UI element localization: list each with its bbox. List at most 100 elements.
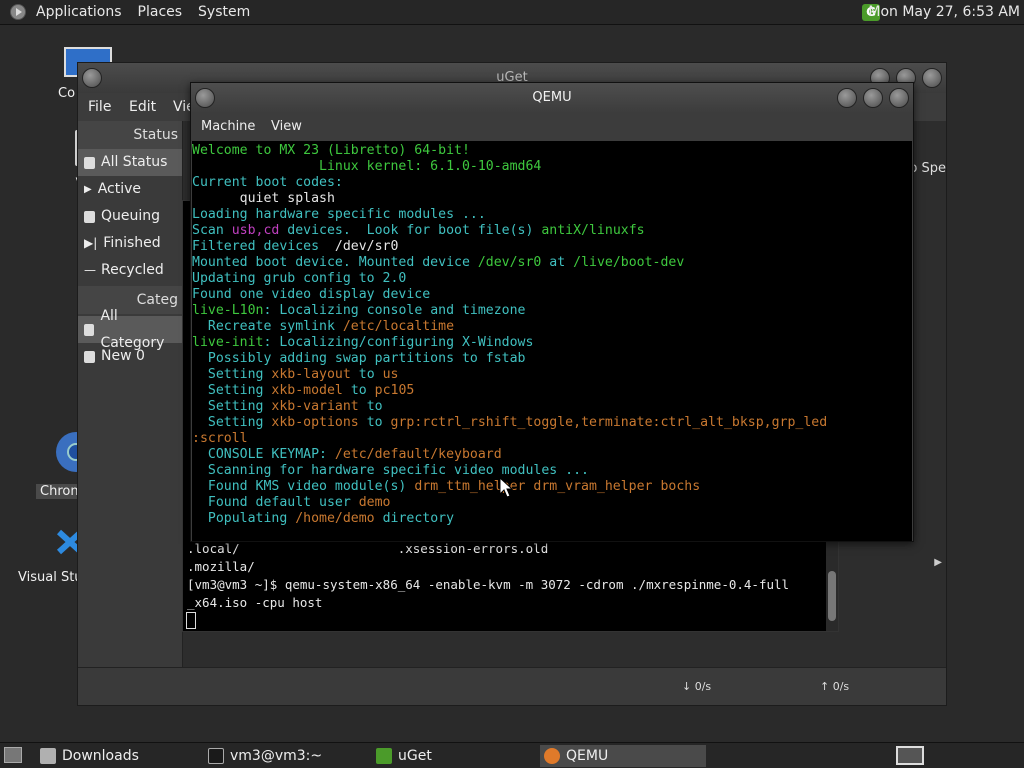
console-text: Welcome to MX 23 (Libretto) 64-bit! — [192, 143, 470, 158]
console-line: Found default user demo — [192, 495, 391, 511]
scroll-thumb[interactable] — [828, 571, 836, 621]
console-text: usb,cd — [231, 223, 280, 238]
status-item-finished[interactable]: ▶| Finished — [78, 230, 182, 257]
places-menu[interactable]: Places — [130, 0, 191, 25]
category-icon — [84, 350, 95, 363]
taskbar-item-downloads[interactable]: Downloads — [36, 745, 196, 767]
console-text: to — [350, 367, 383, 382]
console-line: Setting xkb-options to grp:rctrl_rshift_… — [192, 415, 827, 431]
scroll-right-icon[interactable]: ▶ — [934, 557, 942, 568]
terminal-line: .mozilla/ — [187, 559, 255, 574]
console-text: :scroll — [192, 431, 248, 446]
console-text: devices. Look for boot file(s) — [279, 223, 542, 238]
view-menu[interactable]: View — [271, 119, 302, 134]
console-line: Scan usb,cd devices. Look for boot file(… — [192, 223, 645, 239]
console-line: Setting xkb-model to pc105 — [192, 383, 414, 399]
terminal-cursor — [186, 612, 196, 629]
maximize-button[interactable] — [863, 88, 883, 108]
qemu-menubar: Machine View — [191, 113, 913, 141]
console-line: Recreate symlink /etc/localtime — [192, 319, 454, 335]
bottom-panel: Downloads vm3@vm3:~ uGet QEMU — [0, 742, 1024, 768]
console-text: pc105 — [374, 383, 415, 398]
console-line: Setting xkb-layout to us — [192, 367, 399, 383]
system-menu[interactable]: System — [190, 0, 258, 25]
edit-menu[interactable]: Edit — [129, 99, 156, 115]
status-item-all[interactable]: All Status — [78, 149, 182, 176]
minimize-button[interactable] — [837, 88, 857, 108]
show-desktop-icon[interactable] — [4, 747, 22, 763]
console-text: drm_ttm_helper drm_vram_helper bochs — [414, 479, 701, 494]
console-text: Scan — [192, 223, 232, 238]
terminal-line: [vm3@vm3 ~]$ qemu-system-x86_64 -enable-… — [187, 577, 790, 592]
play-icon: ▶ — [84, 184, 92, 195]
console-text: Setting — [192, 367, 272, 382]
status-item-active[interactable]: ▶ Active — [78, 176, 182, 203]
qemu-console[interactable]: Welcome to MX 23 (Libretto) 64-bit! Linu… — [192, 141, 912, 541]
console-text: Current boot codes: — [192, 175, 343, 190]
console-text: Found one video display device — [192, 287, 431, 302]
workspace-switcher-icon[interactable] — [896, 746, 924, 765]
terminal-icon — [208, 748, 224, 764]
taskbar-item-qemu[interactable]: QEMU — [540, 745, 706, 767]
console-text: Recreate symlink — [192, 319, 343, 334]
machine-menu[interactable]: Machine — [201, 119, 255, 134]
console-text: xkb-variant — [271, 399, 359, 414]
console-text: Scanning for hardware specific video mod… — [192, 463, 589, 478]
console-line: quiet splash — [192, 191, 335, 207]
console-text: Linux kernel: 6.1.0-10-amd64 — [192, 159, 542, 174]
console-text: /dev/sr0 — [477, 255, 542, 270]
close-button[interactable] — [922, 68, 942, 88]
qemu-title: QEMU — [532, 90, 572, 105]
console-text: at — [541, 255, 574, 270]
all-status-icon — [84, 156, 95, 169]
console-text: xkb-layout — [271, 367, 351, 382]
queue-icon — [84, 210, 95, 223]
console-text: Possibly adding swap partitions to fstab — [192, 351, 526, 366]
console-line: Possibly adding swap partitions to fstab — [192, 351, 526, 367]
console-line: Welcome to MX 23 (Libretto) 64-bit! — [192, 143, 470, 159]
status-item-recycled[interactable]: — Recycled — [78, 257, 182, 284]
uget-statusbar: ↓ 0/s ↑ 0/s — [78, 667, 946, 705]
taskbar-item-uget[interactable]: uGet — [372, 745, 532, 767]
finished-icon: ▶| — [84, 236, 98, 250]
console-line: Setting xkb-variant to — [192, 399, 383, 415]
console-line: Linux kernel: 6.1.0-10-amd64 — [192, 159, 541, 175]
close-button[interactable] — [889, 88, 909, 108]
console-text: Filtered devices — [192, 239, 335, 254]
console-text: xkb-model — [271, 383, 343, 398]
category-item-all[interactable]: All Category — [78, 308, 182, 351]
console-text: to — [342, 383, 375, 398]
top-panel: Applications Places System G Mon May 27,… — [0, 0, 1024, 25]
taskbar-item-terminal[interactable]: vm3@vm3:~ — [204, 745, 368, 767]
applications-menu[interactable]: Applications — [28, 0, 130, 25]
console-text: Populating — [192, 511, 296, 526]
console-text: Loading hardware specific modules ... — [192, 207, 486, 222]
mx-logo-icon[interactable] — [10, 4, 26, 20]
download-speed: ↓ 0/s — [682, 680, 712, 693]
console-line: live-init: Localizing/configuring X-Wind… — [192, 335, 533, 351]
qemu-window: QEMU Machine View Welcome to MX 23 (Libr… — [190, 82, 914, 542]
console-line: Scanning for hardware specific video mod… — [192, 463, 589, 479]
folder-icon — [40, 748, 56, 764]
console-text: directory — [374, 511, 455, 526]
console-text: to — [358, 399, 383, 414]
console-text: CONSOLE KEYMAP: — [192, 447, 335, 462]
mouse-pointer-icon — [499, 477, 513, 498]
console-line: Found KMS video module(s) drm_ttm_helper… — [192, 479, 700, 495]
console-text: Mounted boot device. Mounted device — [192, 255, 478, 270]
status-item-queuing[interactable]: Queuing — [78, 203, 182, 230]
console-text: : Localizing/configuring X-Windows — [263, 335, 534, 350]
console-text: live-L10n — [192, 303, 264, 318]
file-menu[interactable]: File — [88, 99, 111, 115]
console-text: /home/demo — [295, 511, 375, 526]
console-text: xkb-options — [271, 415, 359, 430]
clock[interactable]: Mon May 27, 6:53 AM — [868, 0, 1020, 25]
terminal-line: _x64.iso -cpu host — [187, 595, 323, 610]
column-header-speed[interactable]: p Spe — [909, 161, 946, 176]
console-line: Found one video display device — [192, 287, 430, 303]
console-line: Updating grub config to 2.0 — [192, 271, 406, 287]
qemu-titlebar[interactable]: QEMU — [191, 83, 913, 113]
terminal-line: .local/ .xsession-errors.old — [187, 541, 549, 556]
console-text: : Localizing console and timezone — [263, 303, 526, 318]
status-header[interactable]: Status — [78, 121, 182, 149]
